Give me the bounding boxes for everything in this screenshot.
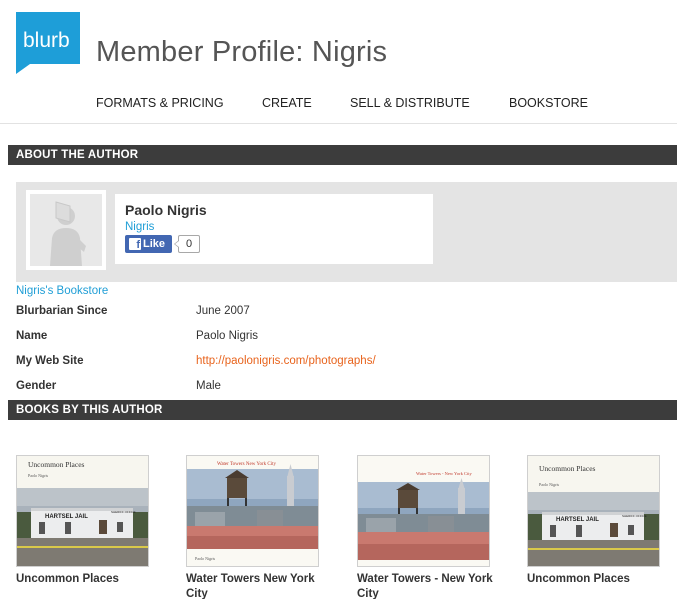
book-title[interactable]: Water Towers New York City — [186, 572, 336, 599]
cover-sign-small: SHERIFF OFFICE — [111, 510, 136, 514]
detail-value-gender: Male — [196, 380, 221, 392]
detail-label-since: Blurbarian Since — [16, 305, 108, 317]
cover-author: Paolo Nigris — [539, 482, 560, 487]
website-link[interactable]: http://paolonigris.com/photographs/ — [196, 355, 376, 367]
cover-title: Water Towers New York City — [217, 462, 277, 467]
page-title: Member Profile: Nigris — [96, 36, 388, 68]
detail-value-name: Paolo Nigris — [196, 330, 258, 342]
books-section-header: BOOKS BY THIS AUTHOR — [8, 400, 677, 420]
cover-author: Paolo Nigris — [195, 556, 216, 561]
cover-title: Water Towers - New York City — [416, 471, 472, 476]
like-label: Like — [143, 238, 166, 250]
nav-create[interactable]: CREATE — [262, 96, 312, 110]
default-avatar-icon — [30, 194, 102, 266]
book-cover-image: Water Towers New York City Paolo Nigris — [187, 456, 318, 566]
header-divider — [0, 123, 677, 124]
cover-sign-small: SHERIFF OFFICE — [622, 514, 647, 518]
book-title[interactable]: Uncommon Places — [527, 572, 677, 587]
book-cover[interactable]: Water Towers New York City Paolo Nigris — [186, 455, 319, 567]
author-card: Paolo Nigris Nigris f Like 0 — [115, 194, 433, 264]
nav-sell-distribute[interactable]: SELL & DISTRIBUTE — [350, 96, 470, 110]
cover-sign: HARTSEL JAIL — [45, 514, 88, 520]
cover-title: Uncommon Places — [539, 464, 596, 473]
detail-label-website: My Web Site — [16, 355, 84, 367]
like-count: 0 — [174, 235, 200, 253]
detail-value-since: June 2007 — [196, 305, 250, 317]
book-title[interactable]: Water Towers - New York City — [357, 572, 507, 599]
bookstore-link[interactable]: Nigris's Bookstore — [16, 285, 108, 297]
detail-value-website: http://paolonigris.com/photographs/ — [196, 355, 376, 367]
about-section-header: ABOUT THE AUTHOR — [8, 145, 677, 165]
detail-label-name: Name — [16, 330, 48, 342]
facebook-like-button[interactable]: f Like — [125, 235, 172, 253]
logo-text: blurb — [23, 29, 70, 52]
book-cover-image: Water Towers - New York City — [358, 456, 489, 566]
book-title[interactable]: Uncommon Places — [16, 572, 166, 587]
author-name: Paolo Nigris — [125, 202, 207, 218]
cover-sign: HARTSEL JAIL — [556, 517, 599, 523]
avatar-frame — [26, 190, 106, 270]
cover-author: Paolo Nigris — [28, 473, 49, 478]
book-cover[interactable]: Water Towers - New York City — [357, 455, 490, 567]
main-nav: FORMATS & PRICING CREATE SELL & DISTRIBU… — [0, 96, 677, 120]
book-cover[interactable]: Uncommon Places Paolo Nigris HARTSEL JAI… — [527, 455, 660, 567]
nav-bookstore[interactable]: BOOKSTORE — [509, 96, 588, 110]
book-cover-image: Uncommon Places Paolo Nigris HARTSEL JAI… — [528, 456, 659, 566]
book-cover[interactable]: Uncommon Places Paolo Nigris HARTSEL JAI… — [16, 455, 149, 567]
avatar[interactable] — [30, 194, 102, 266]
facebook-icon: f — [129, 238, 141, 250]
nav-formats-pricing[interactable]: FORMATS & PRICING — [96, 96, 224, 110]
cover-title: Uncommon Places — [28, 460, 85, 469]
detail-label-gender: Gender — [16, 380, 57, 392]
profile-panel: Paolo Nigris Nigris f Like 0 — [16, 182, 677, 282]
book-cover-image: Uncommon Places Paolo Nigris HARTSEL JAI… — [17, 456, 148, 566]
author-handle-link[interactable]: Nigris — [125, 221, 154, 233]
blurb-logo[interactable]: blurb — [16, 12, 80, 74]
blurb-logo-mark: blurb — [16, 12, 80, 74]
